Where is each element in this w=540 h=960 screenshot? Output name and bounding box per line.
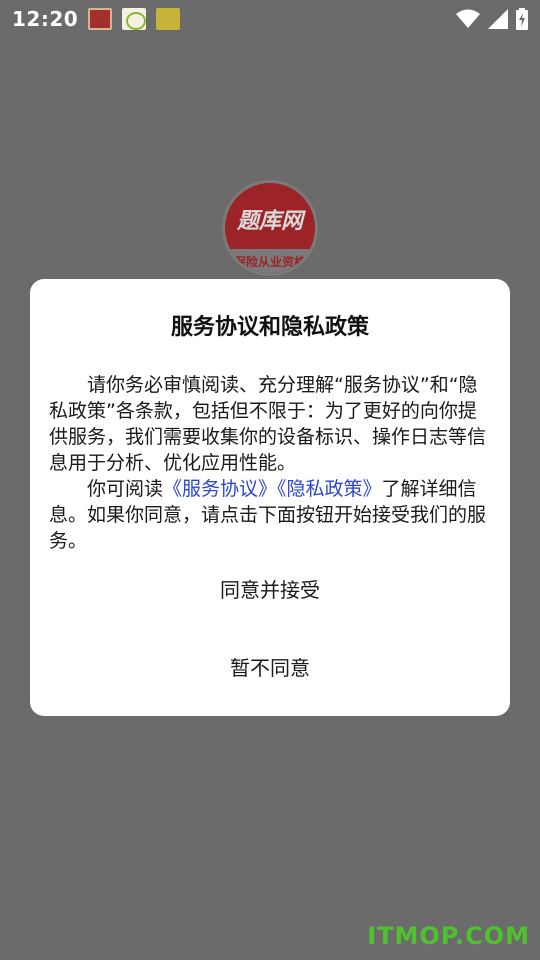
app-notification-icon <box>88 8 113 30</box>
status-bar: 12:20 <box>0 0 540 38</box>
paragraph-text: 你可阅读 <box>87 478 164 500</box>
battery-icon <box>516 8 528 30</box>
privacy-dialog: 服务协议和隐私政策 请你务必审慎阅读、充分理解“服务协议”和“隐私政策”各条款，… <box>30 279 510 716</box>
app-logo: 题库网 保险从业资格 <box>222 180 318 276</box>
watermark: ITMOP.COM <box>367 922 530 950</box>
app-notification-icon <box>122 8 147 30</box>
service-agreement-link[interactable]: 《服务协议》 <box>163 478 277 500</box>
logo-text: 题库网 <box>236 209 303 234</box>
logo-subtext: 保险从业资格 <box>225 249 315 273</box>
system-icons <box>456 8 528 30</box>
app-notification-icon <box>156 8 181 30</box>
disagree-button[interactable]: 暂不同意 <box>30 652 510 681</box>
signal-icon <box>488 9 508 29</box>
status-time: 12:20 <box>12 7 79 31</box>
agree-button[interactable]: 同意并接受 <box>30 574 510 603</box>
notification-icons <box>88 8 181 30</box>
wifi-icon <box>456 9 480 28</box>
dialog-body: 请你务必审慎阅读、充分理解“服务协议”和“隐私政策”各条款，包括但不限于：为了更… <box>49 372 491 554</box>
dialog-paragraph: 请你务必审慎阅读、充分理解“服务协议”和“隐私政策”各条款，包括但不限于：为了更… <box>49 374 487 474</box>
dialog-title: 服务协议和隐私政策 <box>170 315 369 340</box>
dialog-paragraph: 你可阅读《服务协议》《隐私政策》了解详细信息。如果你同意，请点击下面按钮开始接受… <box>49 476 491 554</box>
privacy-policy-link[interactable]: 《隐私政策》 <box>277 478 382 500</box>
